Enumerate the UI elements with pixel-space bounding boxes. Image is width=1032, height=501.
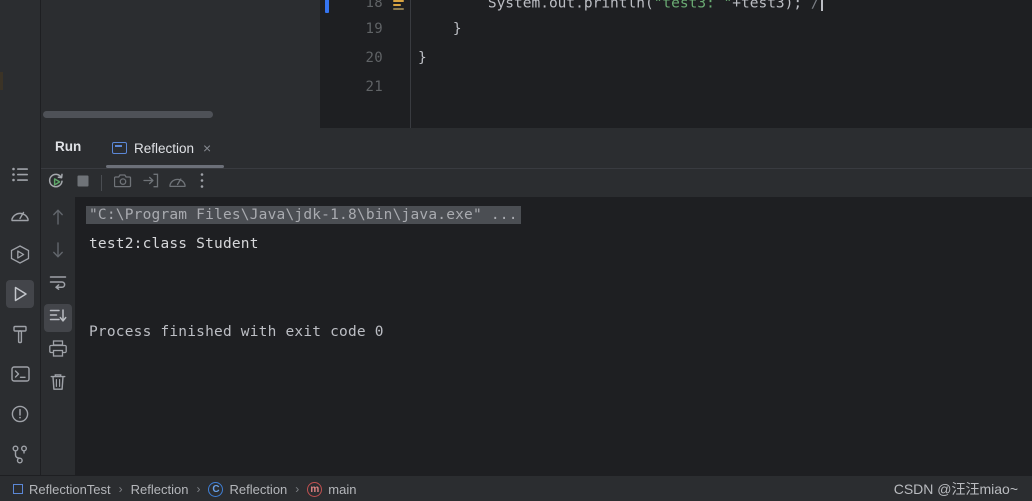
left-rail-top — [0, 0, 41, 128]
breadcrumb-item-method[interactable]: m main — [307, 481, 357, 497]
sidebar-item-git[interactable] — [6, 440, 34, 468]
screenshot-button[interactable] — [112, 172, 134, 194]
line-number: 21 — [365, 79, 383, 95]
breadcrumb-separator: › — [295, 482, 300, 496]
rail-marker — [0, 72, 3, 90]
export-icon — [142, 173, 159, 193]
sidebar-item-build[interactable] — [6, 320, 34, 348]
tab-active-indicator — [106, 165, 224, 168]
line-number: 18 — [365, 0, 383, 11]
method-icon: m — [307, 481, 323, 497]
project-horizontal-scrollbar[interactable] — [41, 110, 320, 119]
trash-icon — [50, 373, 66, 396]
list-icon — [11, 167, 29, 182]
console-gutter-toolbar — [41, 197, 75, 475]
watermark: CSDN @汪汪miao~ — [893, 481, 1018, 497]
rerun-button[interactable] — [45, 172, 67, 194]
breadcrumb-label: Reflection — [130, 481, 189, 497]
sidebar-item-terminal[interactable] — [6, 360, 34, 388]
console-icon — [112, 142, 127, 154]
scroll-to-end-icon — [49, 308, 67, 329]
breadcrumb-label: Reflection — [229, 481, 288, 497]
run-window-header: Run Reflection × — [41, 128, 1032, 169]
breadcrumb-item-class[interactable]: C Reflection — [208, 481, 288, 497]
code-segment-prefix: System.out.println( — [418, 0, 654, 12]
editor-line[interactable]: 20 } — [321, 44, 1032, 73]
breadcrumb-label: main — [328, 481, 357, 497]
camera-icon — [113, 173, 132, 193]
profiler-button[interactable] — [166, 172, 188, 194]
tab-reflection[interactable]: Reflection × — [104, 128, 221, 168]
scroll-up-button[interactable] — [44, 205, 72, 233]
more-vertical-icon — [199, 172, 205, 194]
console-output[interactable]: "C:\Program Files\Java\jdk-1.8\bin\java.… — [75, 197, 1032, 475]
editor-line[interactable]: 18 System.out.println("test3: "+test3); … — [321, 0, 1032, 13]
code-text: System.out.println("test3: "+test3); / — [418, 0, 823, 11]
line-number: 19 — [365, 21, 383, 37]
gauge-icon — [168, 173, 187, 194]
intellij-idea-window: 18 System.out.println("test3: "+test3); … — [0, 0, 1032, 501]
stop-button[interactable] — [72, 172, 94, 194]
code-segment-comment: / — [810, 0, 820, 12]
editor-line[interactable]: 21 — [321, 73, 1032, 102]
run-tool-window: Run Reflection × "C:\Program Files\Java\… — [41, 128, 1032, 475]
stop-icon — [76, 174, 90, 193]
rerun-icon — [47, 172, 65, 195]
clear-all-button[interactable] — [44, 370, 72, 398]
close-icon[interactable]: × — [201, 141, 213, 155]
sidebar-item-run[interactable] — [6, 280, 34, 308]
module-icon — [13, 484, 23, 494]
git-branch-icon — [11, 445, 29, 464]
tab-label: Reflection — [134, 140, 195, 156]
sidebar-item-problems[interactable] — [6, 400, 34, 428]
gutter-stamp-icon[interactable] — [393, 0, 406, 11]
breadcrumb-item-module[interactable]: ReflectionTest — [13, 482, 111, 497]
toolbar-separator — [101, 175, 102, 191]
run-toolbar — [41, 169, 1032, 197]
code-text: } — [418, 50, 427, 66]
warning-circle-icon — [11, 405, 29, 423]
code-segment-mid: +test3); — [732, 0, 811, 12]
play-hex-icon — [10, 244, 30, 264]
breadcrumb-item-package[interactable]: Reflection — [131, 482, 189, 497]
console-line-finished: Process finished with exit code 0 — [89, 324, 384, 340]
scroll-down-button[interactable] — [44, 238, 72, 266]
code-editor[interactable]: 18 System.out.println("test3: "+test3); … — [321, 0, 1032, 128]
breadcrumb-label: ReflectionTest — [29, 481, 111, 497]
sidebar-item-services[interactable] — [6, 240, 34, 268]
gauge-icon — [10, 206, 30, 223]
print-icon — [49, 340, 67, 362]
code-segment-string: "test3: " — [653, 0, 733, 12]
class-icon: C — [208, 481, 224, 497]
editor-line[interactable]: 19 } — [321, 15, 1032, 44]
soft-wrap-icon — [49, 275, 67, 295]
export-button[interactable] — [139, 172, 161, 194]
print-button[interactable] — [44, 337, 72, 365]
sidebar-item-profiler[interactable] — [6, 200, 34, 228]
sidebar-item-structure[interactable] — [6, 160, 34, 188]
breadcrumb-separator: › — [118, 482, 123, 496]
more-options-button[interactable] — [191, 172, 213, 194]
run-window-title: Run — [55, 139, 82, 154]
down-arrow-icon — [51, 241, 65, 264]
text-caret — [820, 0, 823, 11]
console-line-output: test2:class Student — [89, 236, 259, 252]
breadcrumb-separator: › — [196, 482, 201, 496]
up-arrow-icon — [51, 208, 65, 231]
line-number: 20 — [365, 50, 383, 66]
project-tool-window[interactable] — [41, 0, 321, 128]
breadcrumb: ReflectionTest › Reflection › C Reflecti… — [13, 476, 356, 501]
hammer-icon — [11, 325, 29, 344]
soft-wrap-button[interactable] — [44, 271, 72, 299]
code-text: } — [418, 21, 462, 37]
left-tool-strip — [0, 128, 41, 475]
scrollbar-thumb[interactable] — [43, 111, 213, 118]
scroll-to-end-button[interactable] — [44, 304, 72, 332]
play-icon — [11, 285, 29, 303]
status-bar: ReflectionTest › Reflection › C Reflecti… — [0, 475, 1032, 501]
terminal-icon — [10, 366, 30, 382]
console-line-command: "C:\Program Files\Java\jdk-1.8\bin\java.… — [86, 206, 521, 224]
top-region: 18 System.out.println("test3: "+test3); … — [0, 0, 1032, 128]
